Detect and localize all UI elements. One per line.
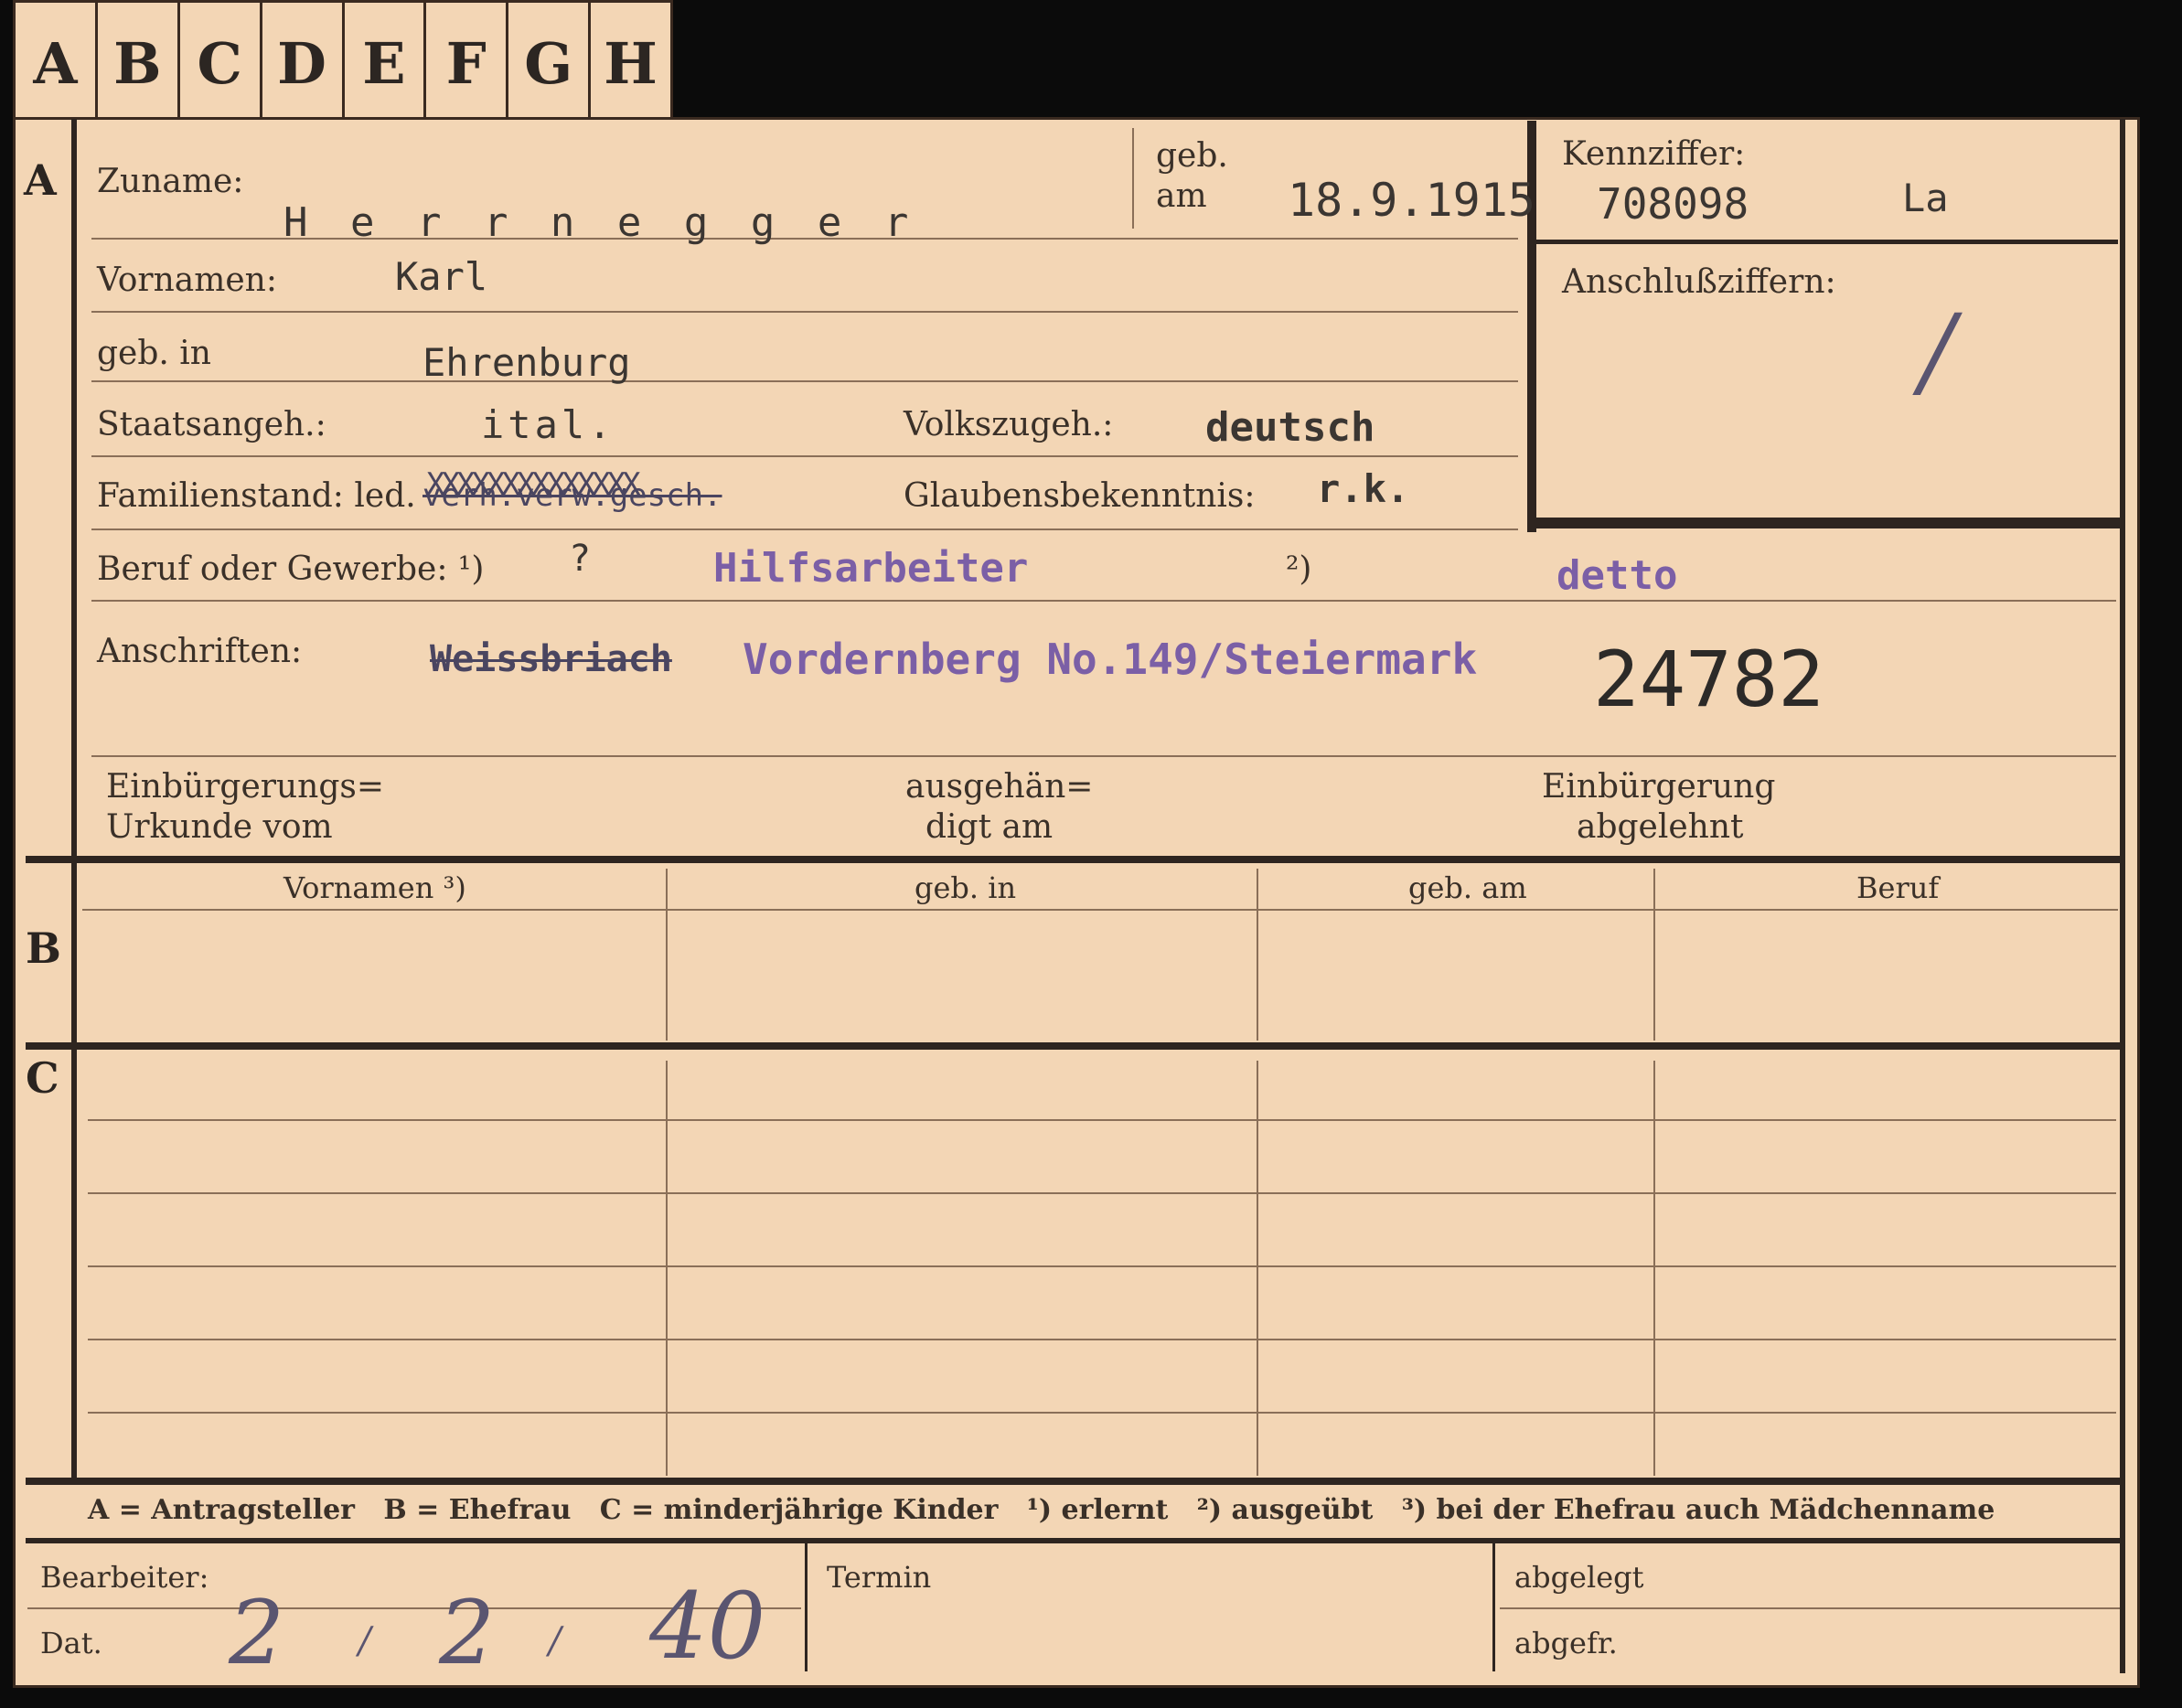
value-beruf-q: ? <box>569 538 592 580</box>
table-c-row <box>88 1339 2116 1340</box>
table-b-header-gebin: geb. in <box>915 870 1017 905</box>
tab-h[interactable]: H <box>591 3 670 123</box>
label-beruf: Beruf oder Gewerbe: ¹) <box>97 550 485 588</box>
value-dat-slash1: / <box>358 1620 371 1662</box>
rule-familie <box>91 528 1518 530</box>
label-einbuergerung-1: Einbürgerung <box>1542 768 1776 806</box>
label-zuname: Zuname: <box>97 163 244 200</box>
label-ausgehaen-2: digt am <box>925 808 1054 846</box>
value-dat-month: 2 <box>439 1582 496 1684</box>
label-anschlussziffern: Anschlußziffern: <box>1562 263 1836 301</box>
section-c-letter: C <box>26 1053 59 1103</box>
label-termin: Termin <box>827 1560 932 1595</box>
table-b-col1 <box>666 869 668 1041</box>
value-anschrift-struck: Weissbriach <box>430 638 672 680</box>
table-b-col2 <box>1257 869 1258 1041</box>
kennziffer-divider <box>1536 240 2118 244</box>
table-b-header-rule <box>82 909 2118 911</box>
label-einbuergerungs-2: Urkunde vom <box>106 808 333 846</box>
label-ausgehaen-1: ausgehän= <box>905 768 1094 806</box>
value-beruf-erlernt: Hilfsarbeiter <box>713 545 1029 592</box>
section-b-letter: B <box>26 923 61 973</box>
left-inner-border <box>71 119 77 1481</box>
value-geb-in: Ehrenburg <box>422 340 631 385</box>
value-geb-am: 18.9.1915 <box>1288 174 1535 227</box>
value-zuname: H e r r n e g g e r <box>283 199 918 246</box>
value-vornamen: Karl <box>395 254 488 299</box>
rule-gebin <box>91 380 1518 382</box>
label-staatsangeh: Staatsangeh.: <box>97 406 326 443</box>
footer-divider-1 <box>805 1543 808 1671</box>
value-beruf-ausgeuebt: detto <box>1556 552 1678 599</box>
table-c-row <box>88 1192 2116 1194</box>
table-b-col3 <box>1653 869 1655 1041</box>
letter-tabs: A B C D E F G H <box>13 0 673 123</box>
value-dat-year: 40 <box>649 1573 766 1680</box>
label-anschriften: Anschriften: <box>97 633 303 670</box>
table-c-row <box>88 1119 2116 1121</box>
label-volkszugeh: Volkszugeh.: <box>904 406 1114 443</box>
label-note2: ²) <box>1286 550 1312 588</box>
value-glaube: r.k. <box>1317 466 1410 511</box>
tab-c[interactable]: C <box>180 3 262 123</box>
label-bearbeiter: Bearbeiter: <box>40 1560 209 1595</box>
geb-am-divider <box>1132 128 1134 229</box>
label-kennziffer: Kennziffer: <box>1562 135 1746 173</box>
tab-b[interactable]: B <box>98 3 180 123</box>
value-number: 24782 <box>1593 635 1824 724</box>
label-geb-am-2: am <box>1156 177 1207 215</box>
value-volkszugeh: deutsch <box>1205 404 1375 451</box>
section-b-bottom <box>26 1042 2125 1050</box>
table-b-header-beruf: Beruf <box>1856 870 1940 905</box>
tab-g[interactable]: G <box>508 3 592 123</box>
label-einbuergerungs-1: Einbürgerungs= <box>106 768 385 806</box>
label-dat: Dat. <box>40 1626 102 1660</box>
rule-anschrift <box>91 755 2116 757</box>
section-a-letter: A <box>24 155 57 205</box>
tab-f[interactable]: F <box>426 3 509 123</box>
table-b-header-vornamen: Vornamen ³) <box>283 870 466 905</box>
table-b-header-gebam: geb. am <box>1408 870 1527 905</box>
value-familienstand-x: XXXXXXXXXXXXXX <box>426 466 641 503</box>
table-c-row <box>88 1412 2116 1414</box>
footer-divider-2 <box>1492 1543 1495 1671</box>
value-anschrift: Vordernberg No.149/Steiermark <box>743 635 1478 684</box>
section-c-bottom <box>26 1478 2125 1485</box>
legend: A = Antragsteller B = Ehefrau C = minder… <box>88 1494 1995 1526</box>
value-dat-day: 2 <box>229 1582 285 1684</box>
label-abgefr: abgefr. <box>1514 1626 1618 1660</box>
label-vornamen: Vornamen: <box>97 262 277 299</box>
label-geb-am-1: geb. <box>1156 137 1228 175</box>
tab-a[interactable]: A <box>16 3 98 123</box>
label-einbuergerung-2: abgelehnt <box>1577 808 1744 846</box>
rule-vornamen <box>91 311 1518 313</box>
legend-bottom <box>26 1538 2125 1543</box>
value-kennziffer-suffix: La <box>1902 176 1949 220</box>
value-dat-slash2: / <box>549 1620 562 1662</box>
label-abgelegt: abgelegt <box>1514 1560 1644 1595</box>
label-familienstand: Familienstand: led. <box>97 477 416 515</box>
right-inner-border <box>2120 119 2125 1673</box>
value-kennziffer: 708098 <box>1597 179 1749 229</box>
label-geb-in: geb. in <box>97 335 211 372</box>
value-staatsangeh: ital. <box>481 402 615 447</box>
section-a-bottom <box>26 856 2125 863</box>
footer-rule-right <box>1500 1607 2120 1609</box>
tab-e[interactable]: E <box>345 3 427 123</box>
kennziffer-box-bottom <box>1527 518 2125 528</box>
value-anschluss-mark: / <box>1920 293 1955 410</box>
rule-staat <box>91 455 1518 457</box>
table-c-row <box>88 1265 2116 1267</box>
rule-beruf <box>91 600 2116 602</box>
label-glaubensbekenntnis: Glaubensbekenntnis: <box>904 477 1256 515</box>
tab-d[interactable]: D <box>262 3 345 123</box>
